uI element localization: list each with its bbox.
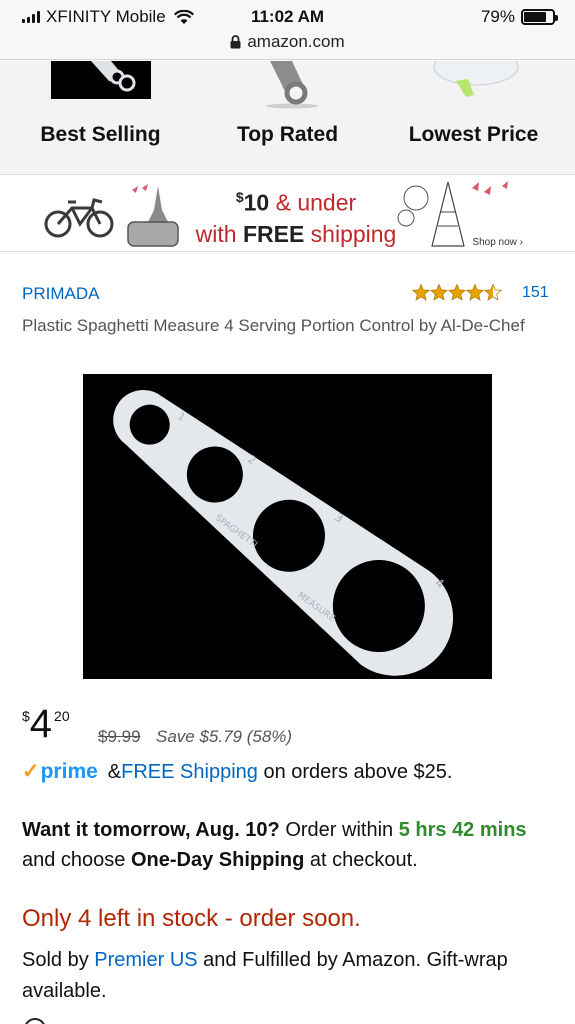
delivery-order-within: Order within xyxy=(279,819,399,841)
status-bar: XFINITY Mobile 11:02 AM 79% amazon.com xyxy=(0,0,575,60)
delivery-time-left: 5 hrs 42 mins xyxy=(398,819,527,841)
list-price: $9.99 xyxy=(98,727,141,746)
price: $ 4 20 xyxy=(22,704,70,744)
free-shipping-link[interactable]: FREE Shipping xyxy=(121,761,258,784)
category-label: Best Selling xyxy=(40,123,161,146)
prime-suffix: on orders above $25. xyxy=(257,761,453,783)
star-icon xyxy=(483,284,503,301)
product-title: Plastic Spaghetti Measure 4 Serving Port… xyxy=(22,316,525,335)
eiffel-tower-box-icon xyxy=(127,184,179,247)
review-count[interactable]: 151 xyxy=(522,284,549,302)
prime-badge: ✓ prime xyxy=(22,759,98,784)
banner-shipping: shipping xyxy=(304,220,397,247)
banner-amount: 10 xyxy=(243,189,270,216)
delivery-want: Want it tomorrow, Aug. 10? xyxy=(22,819,280,841)
address-bar[interactable]: amazon.com xyxy=(0,32,575,52)
banner-under: & under xyxy=(269,189,357,216)
delivery-and-choose: and choose xyxy=(22,849,131,871)
rating[interactable]: 151 xyxy=(412,284,549,302)
banner-free: FREE xyxy=(242,220,305,247)
best-selling-image xyxy=(50,61,151,99)
prime-shipping: ✓ prime & FREE Shipping on orders above $… xyxy=(22,759,452,784)
category-label: Top Rated xyxy=(236,123,339,146)
star-icon xyxy=(412,284,431,301)
star-icon xyxy=(447,284,467,301)
delivery-message: Want it tomorrow, Aug. 10? Order within … xyxy=(22,815,552,875)
banner-dollar: $ xyxy=(235,189,244,205)
banner-with: with xyxy=(195,220,243,247)
category-label: Lowest Price xyxy=(408,123,539,146)
battery-percent: 79% xyxy=(480,7,515,26)
url-text: amazon.com xyxy=(247,32,345,51)
battery-fill xyxy=(524,12,547,22)
prime-logo-text: prime xyxy=(40,760,98,783)
category-lowest-price[interactable]: Lowest Price xyxy=(378,61,569,175)
delivery-method: One-Day Shipping xyxy=(130,849,305,871)
category-best-selling[interactable]: Best Selling xyxy=(5,61,196,175)
price-fraction: 20 xyxy=(54,708,70,724)
star-rating-icon xyxy=(412,284,503,301)
battery-group: 79% xyxy=(480,7,558,27)
sold-by: Sold by Premier US and Fulfilled by Amaz… xyxy=(22,945,552,1007)
price-whole: 4 xyxy=(29,702,53,746)
savings: Save $5.79 (58%) xyxy=(156,727,293,746)
bicycle-opener-icon xyxy=(44,198,114,238)
top-rated-image xyxy=(265,61,318,109)
lowest-price-image xyxy=(433,61,518,97)
banner-text: $10 & under with FREE shipping xyxy=(186,182,406,250)
check-icon: ✓ xyxy=(22,760,40,783)
seller-link[interactable]: Premier US xyxy=(94,949,197,971)
stock-status: Only 4 left in stock - order soon. xyxy=(22,905,361,932)
category-strip: Best Selling Top Rated Lowest Price xyxy=(0,61,575,175)
shop-now-link[interactable]: Shop now › xyxy=(472,237,523,248)
prime-amp: & xyxy=(107,761,122,783)
lock-icon xyxy=(230,35,241,49)
star-icon xyxy=(429,284,449,301)
delivery-at-checkout: at checkout. xyxy=(304,849,418,871)
price-currency: $ xyxy=(22,708,30,724)
circle-icon[interactable] xyxy=(24,1018,46,1024)
category-top-rated[interactable]: Top Rated xyxy=(192,61,383,175)
sold-by-prefix: Sold by xyxy=(22,949,95,971)
promo-banner[interactable]: $10 & under with FREE shipping Shop now … xyxy=(0,176,575,252)
battery-icon xyxy=(521,9,558,25)
brand-link[interactable]: PRIMADA xyxy=(22,284,99,304)
product-image[interactable]: 1 2 3 4 SPAGHETTI MEASURE xyxy=(83,374,492,679)
star-icon xyxy=(465,284,485,301)
